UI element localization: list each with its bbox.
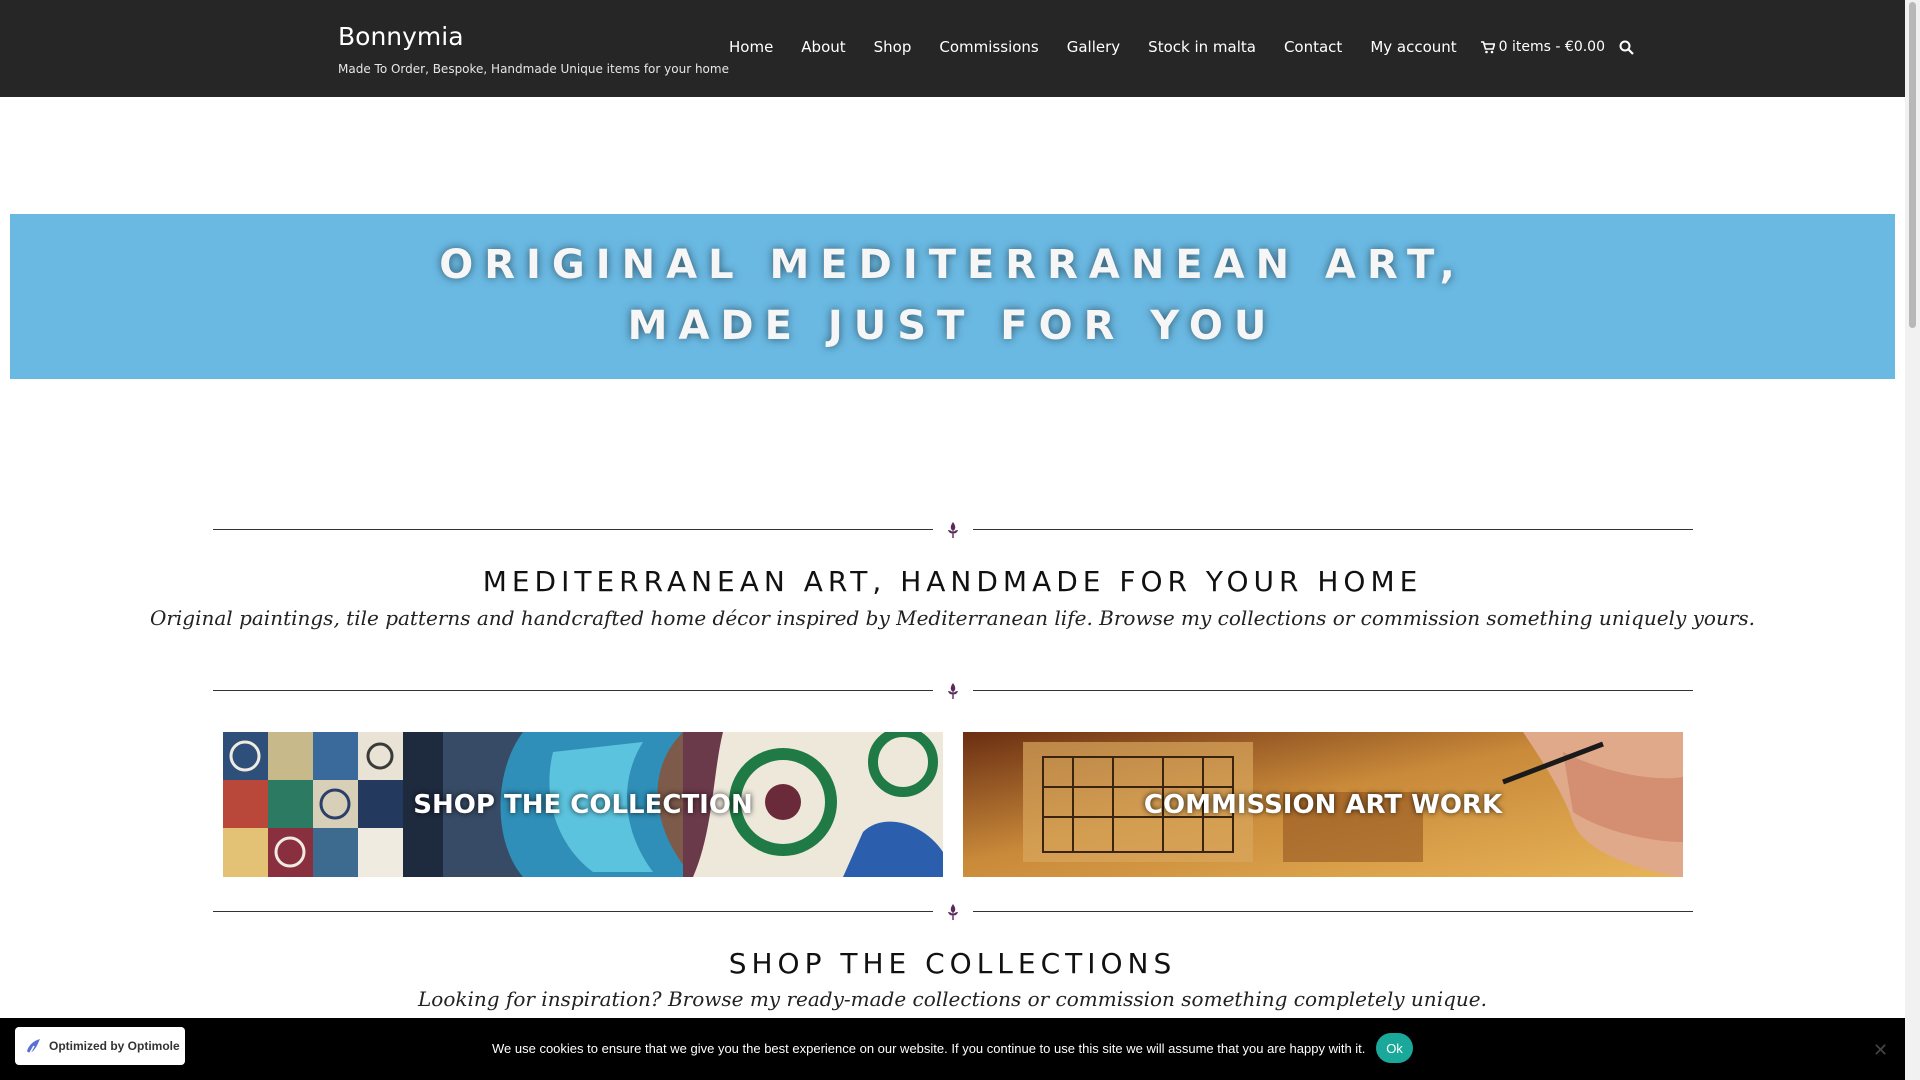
cart-summary: 0 items - €0.00	[1498, 39, 1605, 55]
nav-item-stock-in-malta[interactable]: Stock in malta	[1148, 38, 1256, 56]
nav-item-gallery[interactable]: Gallery	[1067, 38, 1120, 56]
site-title-link[interactable]: Bonnymia	[338, 22, 729, 52]
collections-heading: SHOP THE COLLECTIONS	[728, 947, 1177, 980]
optimole-badge-text: Optimized by Optimole	[49, 1039, 180, 1053]
leaf-ornament-icon	[948, 683, 958, 699]
close-icon[interactable]: ✕	[1873, 1040, 1888, 1061]
commission-artwork-label: COMMISSION ART WORK	[1143, 789, 1503, 820]
intro-heading: MEDITERRANEAN ART, HANDMADE FOR YOUR HOM…	[482, 565, 1423, 598]
cookie-notice-text: We use cookies to ensure that we give yo…	[492, 1041, 1366, 1056]
hero-heading-line-2: MADE JUST FOR YOU	[627, 303, 1278, 349]
site-header: Bonnymia Made To Order, Bespoke, Handmad…	[0, 0, 1905, 97]
commission-artwork-card[interactable]: COMMISSION ART WORK	[963, 732, 1683, 877]
cart-link[interactable]: 0 items - €0.00	[1480, 39, 1605, 55]
nav-item-commissions[interactable]: Commissions	[939, 38, 1038, 56]
hero-banner: ORIGINAL MEDITERRANEAN ART, MADE JUST FO…	[10, 214, 1895, 379]
main-nav: Home About Shop Commissions Gallery Stoc…	[729, 38, 1634, 56]
nav-item-contact[interactable]: Contact	[1284, 38, 1342, 56]
nav-item-my-account[interactable]: My account	[1370, 38, 1456, 56]
site-tagline: Made To Order, Bespoke, Handmade Unique …	[338, 62, 729, 76]
optimole-logo-icon	[27, 1039, 40, 1054]
shop-collection-card[interactable]: SHOP THE COLLECTION	[223, 732, 943, 877]
brand: Bonnymia Made To Order, Bespoke, Handmad…	[338, 22, 729, 76]
nav-item-home[interactable]: Home	[729, 38, 773, 56]
cookie-notice-bar: We use cookies to ensure that we give yo…	[0, 1018, 1905, 1080]
hero-heading-line-1: ORIGINAL MEDITERRANEAN ART,	[439, 242, 1466, 288]
shop-collection-label: SHOP THE COLLECTION	[413, 789, 753, 820]
page-scrollbar[interactable]	[1905, 0, 1920, 1080]
section-divider	[213, 681, 1693, 701]
leaf-ornament-icon	[948, 522, 958, 538]
optimole-badge[interactable]: Optimized by Optimole	[15, 1027, 185, 1065]
cookie-accept-button[interactable]: Ok	[1376, 1033, 1413, 1063]
section-divider	[213, 520, 1693, 540]
leaf-ornament-icon	[948, 904, 958, 920]
collections-subtitle: Looking for inspiration? Browse my ready…	[418, 987, 1487, 1011]
intro-subtitle: Original paintings, tile patterns and ha…	[149, 606, 1756, 630]
search-icon	[1619, 40, 1634, 55]
nav-item-shop[interactable]: Shop	[874, 38, 912, 56]
nav-item-about[interactable]: About	[801, 38, 845, 56]
section-divider	[213, 902, 1693, 922]
scrollbar-thumb[interactable]	[1909, 2, 1916, 328]
cart-icon	[1480, 40, 1495, 53]
search-button[interactable]	[1619, 40, 1634, 55]
